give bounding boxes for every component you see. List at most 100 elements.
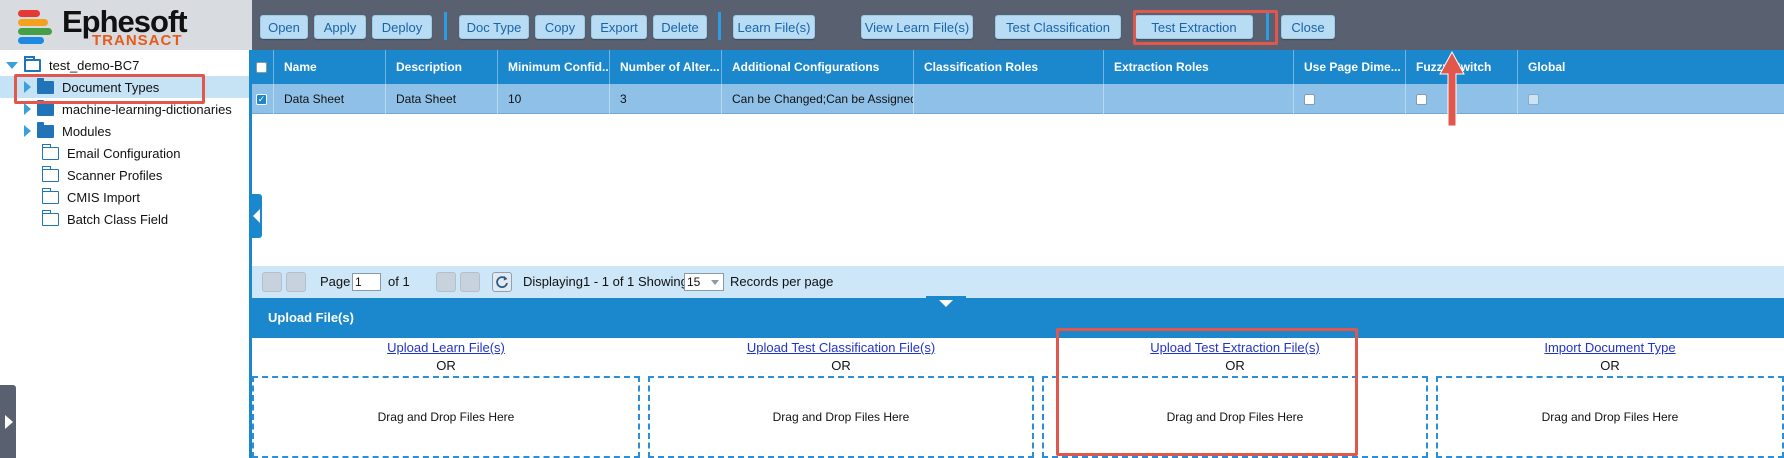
column-header-use-page-dimension[interactable]: Use Page Dime... <box>1294 50 1406 84</box>
folder-outline-icon <box>41 165 59 182</box>
delete-button[interactable]: Delete <box>653 15 707 39</box>
next-page-icon[interactable] <box>436 272 456 292</box>
column-header-number-of-alternates[interactable]: Number of Alter... <box>610 50 722 84</box>
annotation-highlight-document-types <box>14 74 205 104</box>
export-button[interactable]: Export <box>591 15 647 39</box>
annotation-highlight-test-extraction <box>1133 10 1278 45</box>
tree-item-label: Batch Class Field <box>67 211 169 227</box>
cell-global[interactable] <box>1518 84 1784 114</box>
main-panel: Open Apply Deploy Doc Type Copy Export D… <box>252 0 1784 458</box>
pagination-bar: Page 1 of 1 Displaying1 - 1 of 1 Showing… <box>252 266 1784 298</box>
tree-item-cmis-import[interactable]: CMIS Import <box>41 186 140 208</box>
folder-outline-icon <box>41 209 59 226</box>
toolbar-separator <box>718 12 721 40</box>
page-number-input[interactable]: 1 <box>352 273 381 291</box>
left-panel: Ephesoft TRANSACT test_demo-BC7 Document… <box>0 0 252 458</box>
tree-item-modules[interactable]: Modules <box>24 120 111 142</box>
column-header-additional-configurations[interactable]: Additional Configurations <box>722 50 914 84</box>
deploy-button[interactable]: Deploy <box>372 15 432 39</box>
expand-arrow-icon[interactable] <box>24 103 31 115</box>
collapse-upload-button[interactable] <box>926 296 966 308</box>
cell-number-of-alternates[interactable]: 3 <box>610 84 722 114</box>
tree-item-email-configuration[interactable]: Email Configuration <box>41 142 181 164</box>
showing-label: Showing <box>638 274 688 289</box>
import-document-type-link[interactable]: Import Document Type <box>1436 338 1784 358</box>
cell-description[interactable]: Data Sheet <box>386 84 498 114</box>
use-page-dimension-checkbox[interactable] <box>1304 93 1315 105</box>
grid-header: Name Description Minimum Confid... Numbe… <box>252 50 1784 84</box>
folder-icon <box>37 99 54 116</box>
first-page-icon[interactable] <box>262 272 282 292</box>
logo-area: Ephesoft TRANSACT <box>0 0 252 50</box>
annotation-arrow-icon <box>1439 50 1465 127</box>
or-label: OR <box>436 358 456 373</box>
import-document-type-column: Import Document Type OR Drag and Drop Fi… <box>1436 338 1784 458</box>
cell-use-page-dimension[interactable] <box>1294 84 1406 114</box>
select-all-checkbox[interactable] <box>256 61 267 73</box>
tree-item-label: CMIS Import <box>67 189 140 205</box>
tree-root[interactable]: test_demo-BC7 <box>6 54 139 76</box>
expand-arrow-icon[interactable] <box>24 125 31 137</box>
test-classification-button[interactable]: Test Classification <box>995 15 1121 39</box>
drop-label: Drag and Drop Files Here <box>1541 410 1679 424</box>
upload-test-classification-column: Upload Test Classification File(s) OR Dr… <box>648 338 1034 458</box>
or-label: OR <box>1600 358 1620 373</box>
column-header-extraction-roles[interactable]: Extraction Roles <box>1104 50 1294 84</box>
logo-subtitle: TRANSACT <box>92 32 183 49</box>
global-checkbox[interactable] <box>1528 93 1539 105</box>
column-header-global[interactable]: Global <box>1518 50 1784 84</box>
ephesoft-logo-icon <box>18 6 58 46</box>
collapse-arrow-icon[interactable] <box>6 61 18 69</box>
open-folder-icon <box>24 55 41 72</box>
fuzzy-switch-checkbox[interactable] <box>1416 93 1427 105</box>
view-learn-files-button[interactable]: View Learn File(s) <box>861 15 973 39</box>
open-button[interactable]: Open <box>260 15 308 39</box>
grid-body <box>252 115 1784 266</box>
refresh-icon[interactable] <box>492 272 512 292</box>
drop-zone-import-document-type[interactable]: Drag and Drop Files Here <box>1436 376 1784 458</box>
copy-button[interactable]: Copy <box>535 15 585 39</box>
learn-files-button[interactable]: Learn File(s) <box>733 15 815 39</box>
collapse-left-panel-button[interactable] <box>252 194 262 238</box>
table-row[interactable]: ✓ Data Sheet Data Sheet 10 3 Can be Chan… <box>252 84 1784 114</box>
drop-label: Drag and Drop Files Here <box>772 410 910 424</box>
cell-additional-configurations[interactable]: Can be Changed;Can be Assigned <box>722 84 914 114</box>
upload-header: Upload File(s) <box>252 296 1784 338</box>
folder-outline-icon <box>41 143 59 160</box>
cell-extraction-roles[interactable] <box>1104 84 1294 114</box>
page-label: Page <box>320 274 351 289</box>
expand-panel-button[interactable] <box>0 385 16 458</box>
upload-title: Upload File(s) <box>268 310 354 325</box>
page-count-label: of 1 <box>388 274 410 289</box>
column-header-name[interactable]: Name <box>274 50 386 84</box>
tree-item-label: Email Configuration <box>67 145 181 161</box>
upload-test-classification-link[interactable]: Upload Test Classification File(s) <box>648 338 1034 358</box>
column-header-minimum-confidence[interactable]: Minimum Confid... <box>498 50 610 84</box>
chevron-down-icon[interactable] <box>711 280 719 285</box>
tree-item-label: Scanner Profiles <box>67 167 163 183</box>
cell-name[interactable]: Data Sheet <box>274 84 386 114</box>
select-all-checkbox-cell[interactable] <box>252 50 274 84</box>
cell-minimum-confidence[interactable]: 10 <box>498 84 610 114</box>
column-header-classification-roles[interactable]: Classification Roles <box>914 50 1104 84</box>
folder-icon <box>37 121 54 138</box>
tree-item-scanner-profiles[interactable]: Scanner Profiles <box>41 164 163 186</box>
drop-label: Drag and Drop Files Here <box>377 410 515 424</box>
column-header-description[interactable]: Description <box>386 50 498 84</box>
drop-zone-test-classification[interactable]: Drag and Drop Files Here <box>648 376 1034 458</box>
cell-classification-roles[interactable] <box>914 84 1104 114</box>
row-checkbox-checked[interactable]: ✓ <box>256 93 267 105</box>
row-checkbox-cell[interactable]: ✓ <box>252 84 274 114</box>
upload-learn-link[interactable]: Upload Learn File(s) <box>252 338 640 358</box>
tree-item-batch-class-field[interactable]: Batch Class Field <box>41 208 169 230</box>
apply-button[interactable]: Apply <box>314 15 366 39</box>
doc-type-button[interactable]: Doc Type <box>459 15 529 39</box>
or-label: OR <box>831 358 851 373</box>
close-button[interactable]: Close <box>1281 15 1335 39</box>
last-page-icon[interactable] <box>460 272 480 292</box>
tree-root-label: test_demo-BC7 <box>49 57 140 73</box>
drop-zone-learn[interactable]: Drag and Drop Files Here <box>252 376 640 458</box>
records-per-page-label: Records per page <box>730 274 834 289</box>
annotation-highlight-upload-test-extraction <box>1056 328 1358 456</box>
previous-page-icon[interactable] <box>286 272 306 292</box>
